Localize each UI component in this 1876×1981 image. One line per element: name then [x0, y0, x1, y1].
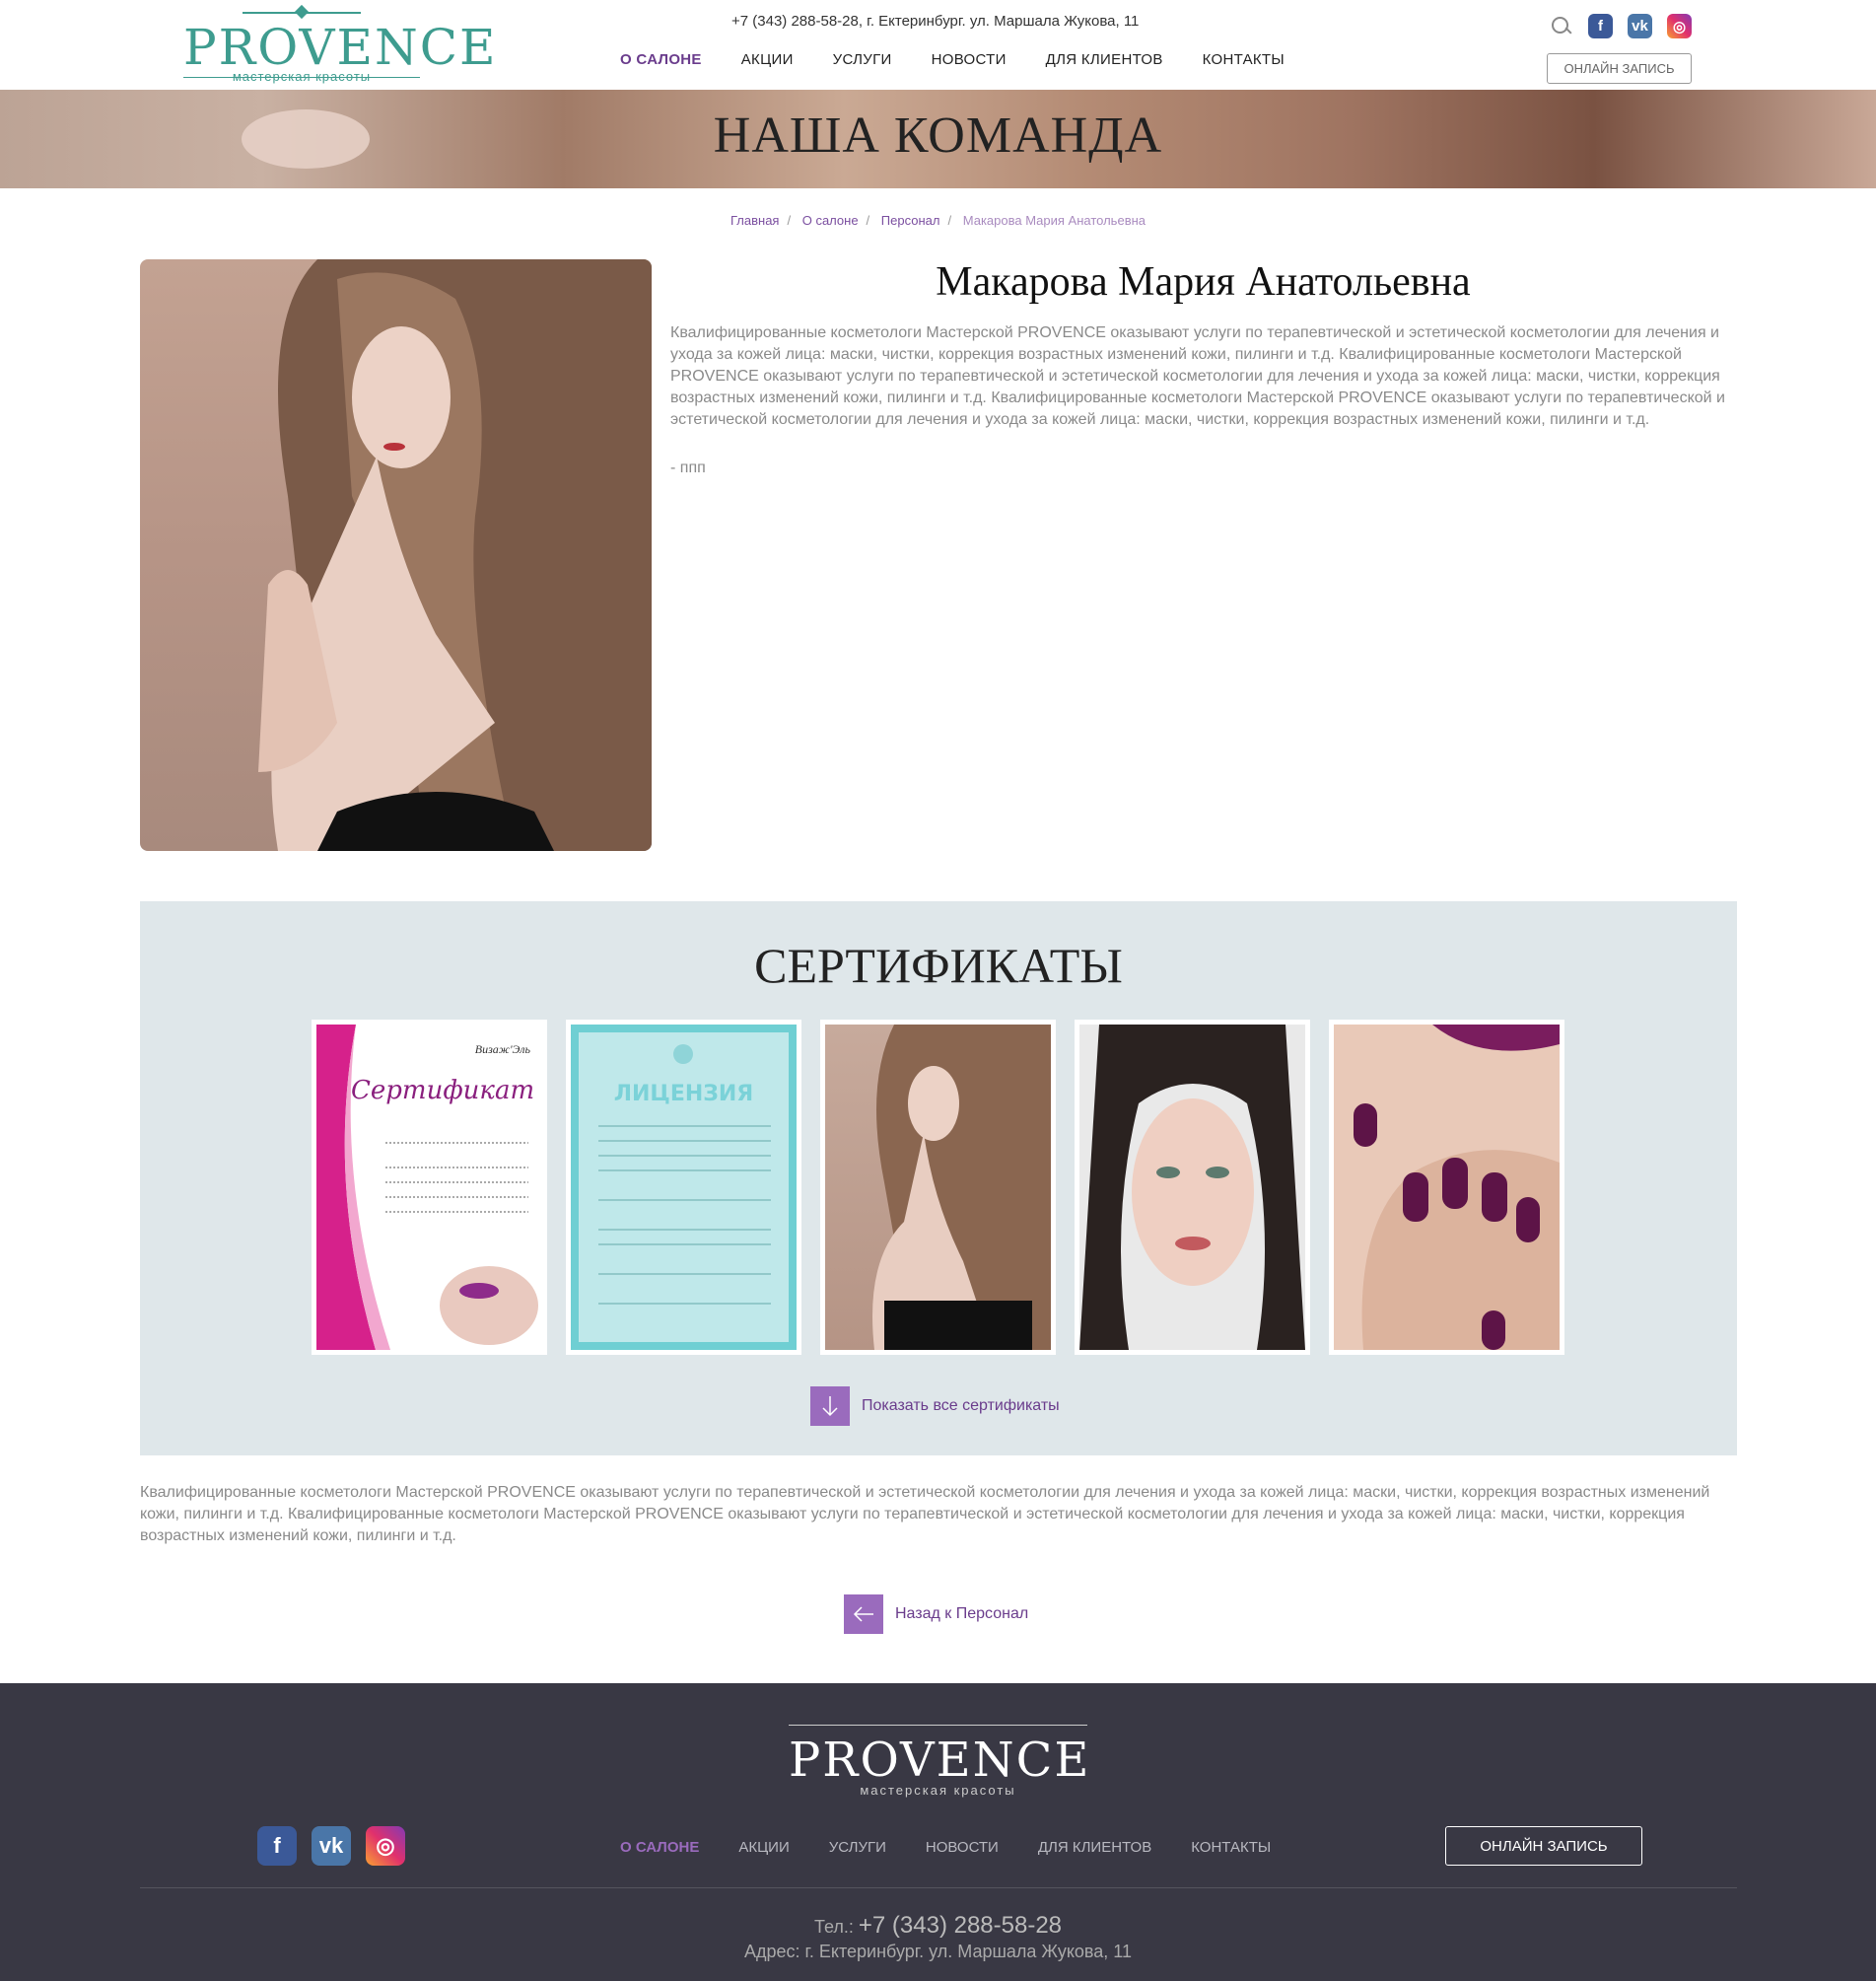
- nav-promotions[interactable]: АКЦИИ: [741, 51, 794, 68]
- site-header: PROVENCE мастерская красоты +7 (343) 288…: [0, 0, 1876, 90]
- staff-photo-illustration: [258, 259, 652, 851]
- footer-logo[interactable]: PROVENCE мастерская красоты: [789, 1721, 1091, 1800]
- logo[interactable]: PROVENCE мастерская красоты: [183, 8, 498, 84]
- header-icons: f vk ◎: [1550, 14, 1692, 38]
- online-booking-button[interactable]: ОНЛАЙН ЗАПИСЬ: [1547, 53, 1692, 84]
- certificate-photo: [1334, 1025, 1560, 1350]
- certificate-card[interactable]: Визаж'Эль Сертификат: [312, 1020, 547, 1355]
- facebook-icon[interactable]: f: [1588, 14, 1613, 38]
- breadcrumb-current: Макарова Мария Анатольевна: [962, 213, 1146, 228]
- footer-divider: [140, 1887, 1737, 1888]
- facebook-icon[interactable]: f: [257, 1826, 297, 1866]
- vk-icon[interactable]: vk: [1628, 14, 1652, 38]
- instagram-icon[interactable]: ◎: [1667, 14, 1692, 38]
- main-nav: О САЛОНЕ АКЦИИ УСЛУГИ НОВОСТИ ДЛЯ КЛИЕНТ…: [620, 51, 1324, 68]
- certificate-studio: Визаж'Эль: [474, 1042, 530, 1056]
- certificate-image: Визаж'Эль Сертификат: [316, 1025, 542, 1350]
- footer-phone-number[interactable]: +7 (343) 288-58-28: [859, 1912, 1062, 1939]
- staff-photo: [140, 259, 652, 851]
- footer-nav-services[interactable]: УСЛУГИ: [829, 1839, 886, 1856]
- certificates-section: СЕРТИФИКАТЫ Визаж'Эль Сертификат ЛИЦЕНЗИ…: [140, 901, 1737, 1455]
- show-all-label: Показать все сертификаты: [862, 1397, 1060, 1414]
- nav-contacts[interactable]: КОНТАКТЫ: [1203, 51, 1285, 68]
- certificate-card[interactable]: [1329, 1020, 1564, 1355]
- logo-text: PROVENCE: [183, 19, 498, 76]
- footer-logo-subtitle: мастерская красоты: [789, 1783, 1087, 1798]
- breadcrumb: Главная / О салоне / Персонал / Макарова Ма…: [730, 213, 1146, 228]
- nav-services[interactable]: УСЛУГИ: [833, 51, 892, 68]
- breadcrumb-staff[interactable]: Персонал: [881, 213, 940, 228]
- certificate-card[interactable]: ЛИЦЕНЗИЯ: [566, 1020, 801, 1355]
- license-image: ЛИЦЕНЗИЯ: [571, 1025, 797, 1350]
- breadcrumb-home[interactable]: Главная: [730, 213, 779, 228]
- certificates-title: СЕРТИФИКАТЫ: [754, 938, 1123, 993]
- footer-nav-about[interactable]: О САЛОНЕ: [620, 1839, 699, 1856]
- arrow-down-icon: [810, 1386, 850, 1426]
- instagram-icon[interactable]: ◎: [366, 1826, 405, 1866]
- staff-name: Макарова Мария Анатольевна: [936, 259, 1471, 305]
- search-icon[interactable]: [1550, 15, 1573, 38]
- footer-nav-news[interactable]: НОВОСТИ: [926, 1839, 999, 1856]
- footer-nav: О САЛОНЕ АКЦИИ УСЛУГИ НОВОСТИ ДЛЯ КЛИЕНТ…: [620, 1839, 1310, 1856]
- arrow-left-icon: [844, 1594, 883, 1634]
- footer-phone: Тел.: +7 (343) 288-58-28: [0, 1912, 1876, 1940]
- back-link-label: Назад к Персонал: [895, 1605, 1029, 1622]
- staff-bio: Квалифицированные косметологи Мастерской…: [670, 324, 1725, 428]
- page-title: НАША КОМАНДА: [713, 107, 1163, 164]
- breadcrumb-about[interactable]: О салоне: [802, 213, 859, 228]
- back-to-staff-link[interactable]: Назад к Персонал: [844, 1594, 1028, 1634]
- certificate-photo: [825, 1025, 1051, 1350]
- footer-social: f vk ◎: [257, 1826, 405, 1866]
- footer-nav-contacts[interactable]: КОНТАКТЫ: [1191, 1839, 1271, 1856]
- nav-about[interactable]: О САЛОНЕ: [620, 51, 702, 68]
- footer-nav-promotions[interactable]: АКЦИИ: [738, 1839, 789, 1856]
- staff-extra: - ппп: [670, 460, 706, 476]
- certificate-heading: Сертификат: [351, 1076, 535, 1105]
- certificate-card[interactable]: [1075, 1020, 1310, 1355]
- footer-address: Адрес: г. Ектеринбург. ул. Маршала Жуков…: [744, 1942, 1132, 1961]
- header-contact: +7 (343) 288-58-28, г. Ектеринбург. ул. …: [731, 13, 1140, 30]
- vk-icon[interactable]: vk: [312, 1826, 351, 1866]
- nav-news[interactable]: НОВОСТИ: [932, 51, 1007, 68]
- footer-nav-clients[interactable]: ДЛЯ КЛИЕНТОВ: [1038, 1839, 1151, 1856]
- footer-online-booking-button[interactable]: ОНЛАЙН ЗАПИСЬ: [1445, 1826, 1642, 1866]
- description-text: Квалифицированные косметологи Мастерской…: [140, 1484, 1710, 1544]
- nav-clients[interactable]: ДЛЯ КЛИЕНТОВ: [1046, 51, 1163, 68]
- show-all-certificates[interactable]: Показать все сертификаты: [810, 1386, 1060, 1426]
- footer-logo-text: PROVENCE: [789, 1733, 1091, 1788]
- certificate-card[interactable]: [820, 1020, 1056, 1355]
- certificate-photo: [1079, 1025, 1305, 1350]
- site-footer: PROVENCE мастерская красоты f vk ◎ О САЛ…: [0, 1683, 1876, 1981]
- footer-phone-label: Тел.:: [813, 1917, 854, 1937]
- logo-subtitle: мастерская красоты: [232, 69, 372, 84]
